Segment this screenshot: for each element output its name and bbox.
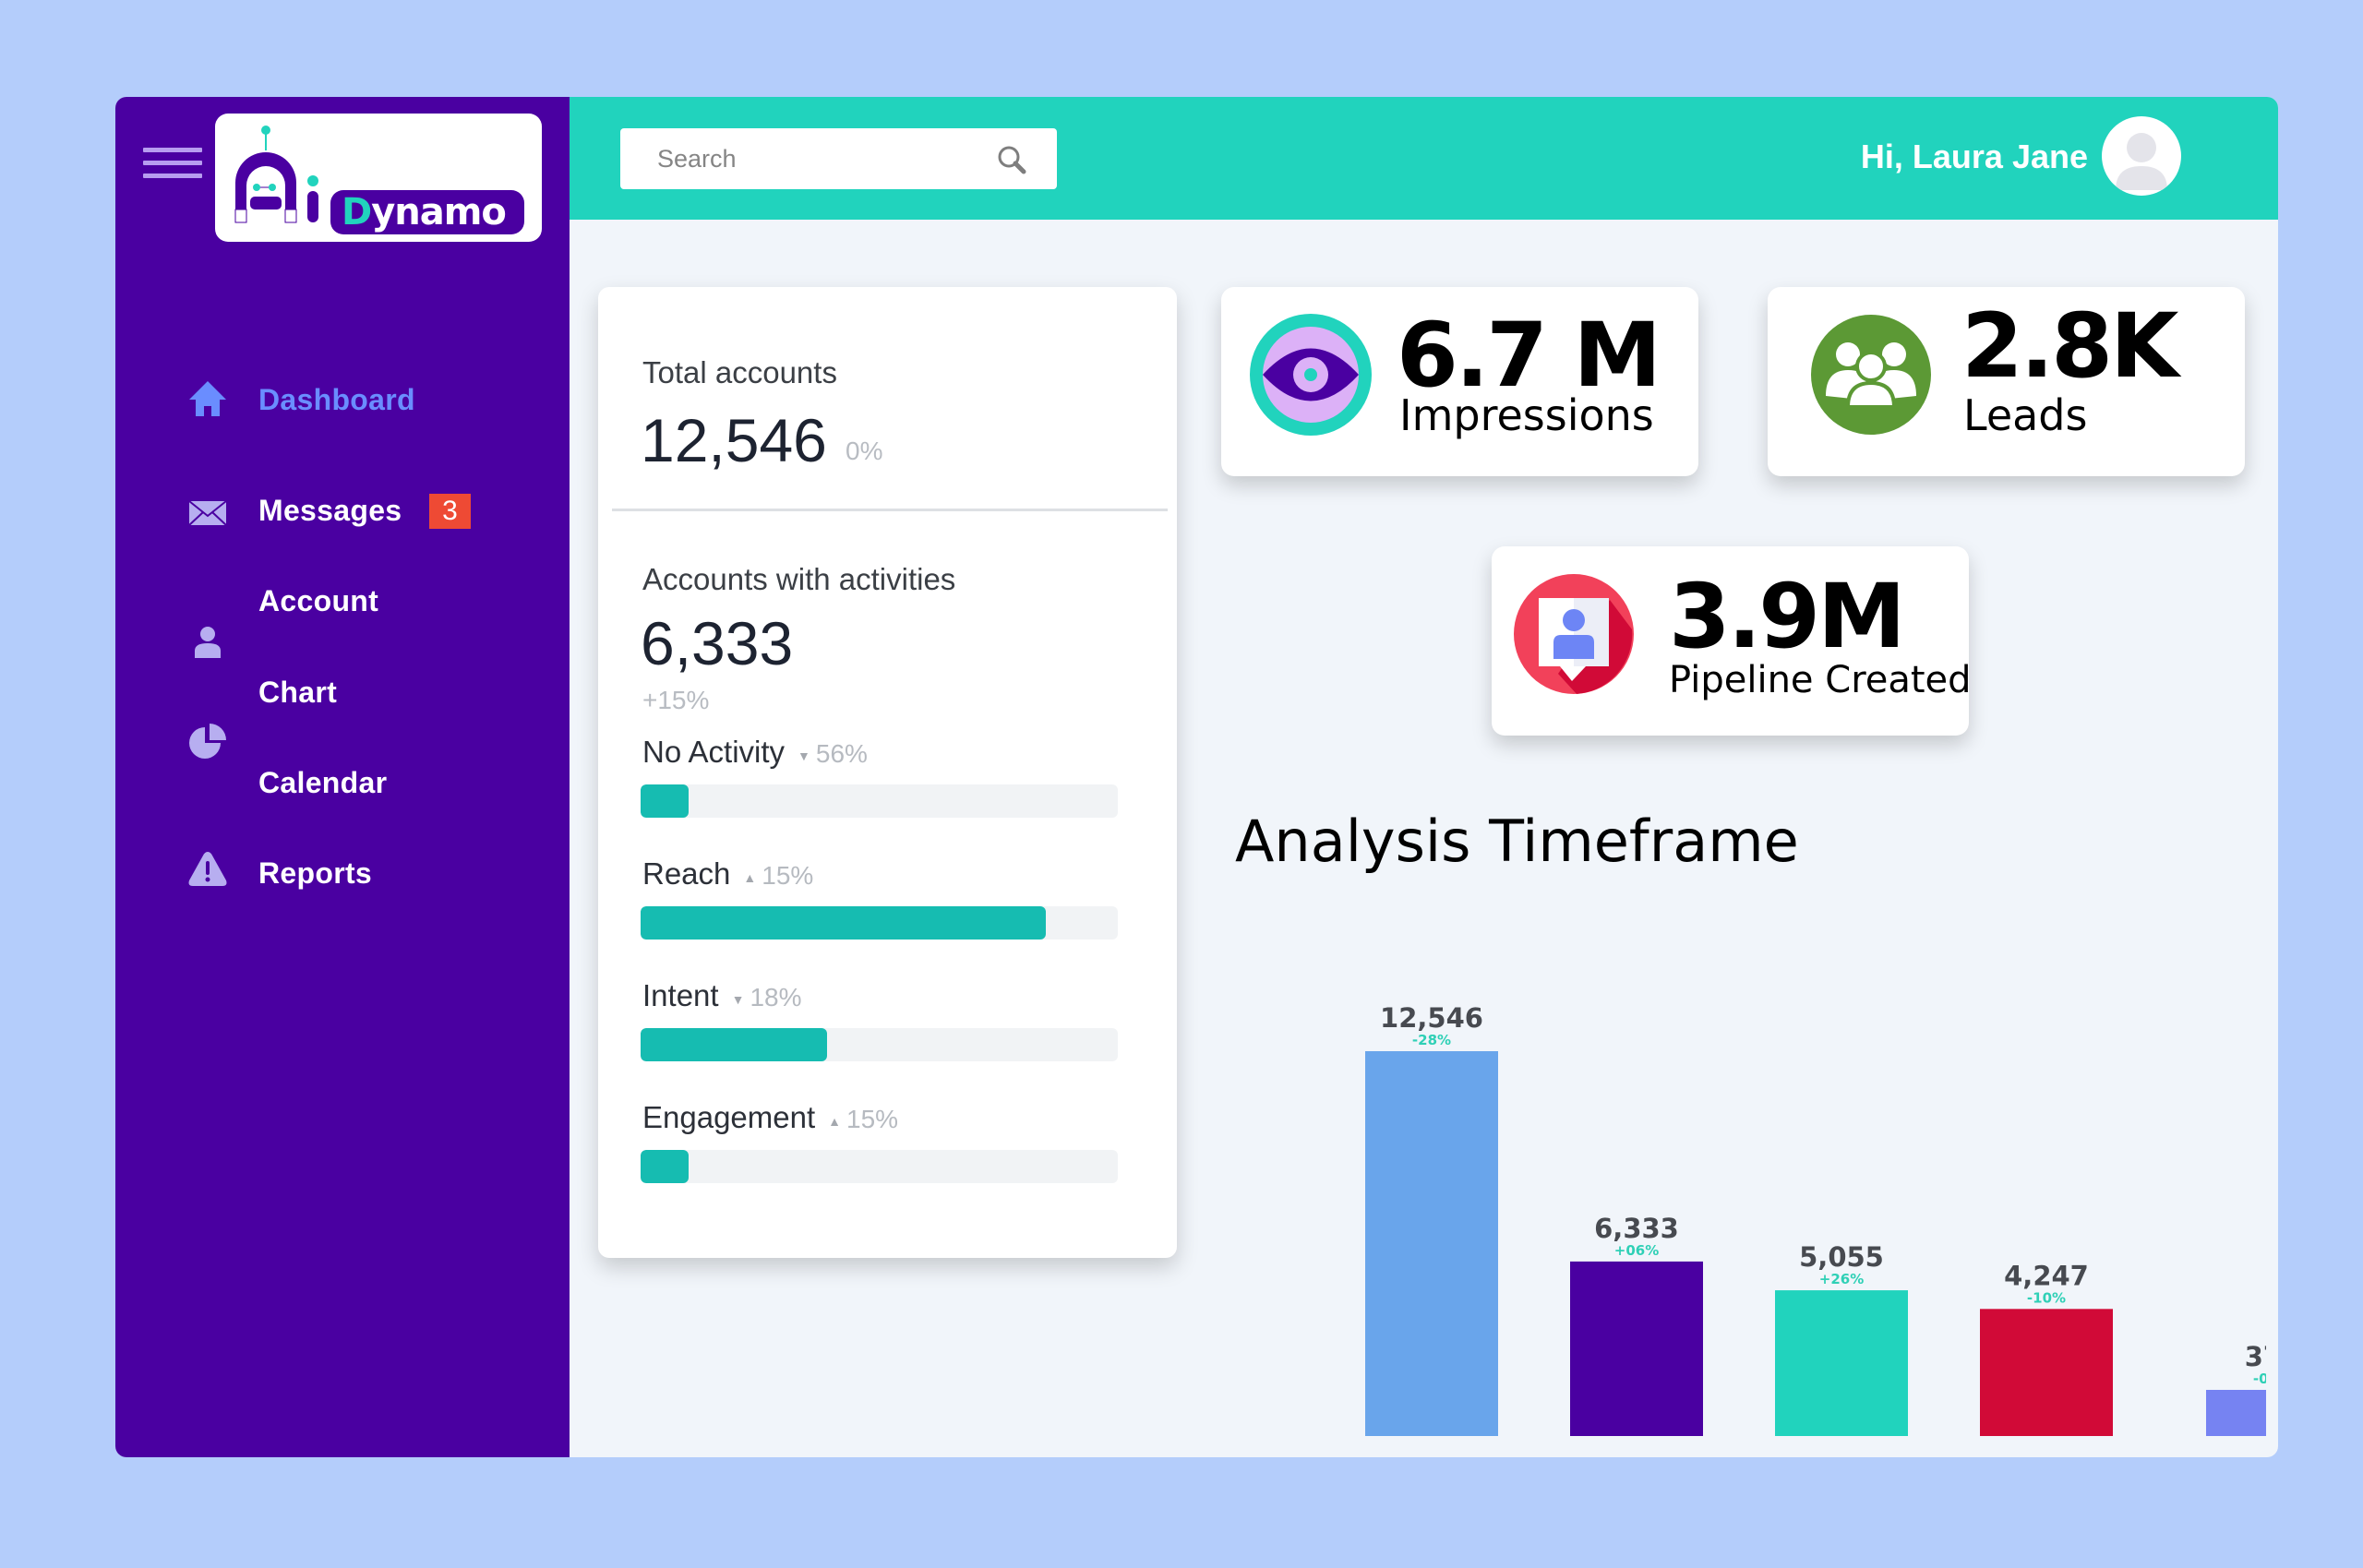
sidebar-item-label: Account <box>258 584 379 617</box>
bar-value-label: 12,546 <box>1380 1002 1483 1034</box>
bar-5 <box>2206 1390 2266 1436</box>
sidebar-item-label: Dashboard <box>258 383 415 416</box>
envelope-icon <box>188 500 227 526</box>
kpi-value: 2.8K <box>1961 294 2178 398</box>
activities-value: 6,333 <box>641 609 794 677</box>
metric-delta: ▼ 18% <box>731 983 802 1011</box>
bar-1 <box>1365 1051 1498 1436</box>
app-window: Dynamo Dashboard Messages 3 Account Char… <box>115 97 2278 1457</box>
menu-toggle-icon[interactable] <box>143 148 202 178</box>
bar-change-label: -10% <box>2027 1289 2066 1306</box>
bar-value-label: 378 <box>2245 1341 2266 1372</box>
sidebar-item-calendar[interactable]: Calendar <box>115 766 503 812</box>
bar-3 <box>1775 1290 1908 1436</box>
sidebar-item-label: Reports <box>258 856 373 890</box>
sidebar-item-label: Chart <box>258 676 338 709</box>
bar-change-label: +06% <box>1614 1242 1659 1259</box>
kpi-label: Pipeline Created <box>1669 659 1972 701</box>
metric-progress-fill <box>641 784 689 818</box>
activities-label: Accounts with activities <box>642 562 956 596</box>
metric-label: Intent ▼ 18% <box>642 978 801 1013</box>
bar-4 <box>1980 1309 2113 1436</box>
sidebar-item-label: Messages <box>258 494 402 527</box>
metric-progress-bar <box>641 906 1118 940</box>
bar-2 <box>1570 1261 1703 1436</box>
logo[interactable]: Dynamo <box>215 114 542 242</box>
user-greeting: Hi, Laura Jane <box>1860 138 2088 175</box>
messages-count-badge: 3 <box>429 494 471 529</box>
top-bar: Hi, Laura Jane <box>570 97 2278 220</box>
metric-name: No Activity <box>642 735 786 769</box>
kpi-card-pipeline: 3.9M Pipeline Created <box>1492 546 1972 736</box>
metric-progress-bar <box>641 784 1118 818</box>
bar-change-label: -09% <box>2253 1371 2266 1387</box>
bar-change-label: -28% <box>1412 1032 1451 1048</box>
brand-name: Dynamo <box>330 190 524 234</box>
total-accounts-label: Total accounts <box>642 355 837 389</box>
sidebar-item-dashboard[interactable]: Dashboard <box>115 381 503 429</box>
triangle-up-icon: ▲ <box>828 1113 841 1129</box>
chart-title: Analysis Timeframe <box>1235 808 1799 875</box>
metric-delta: ▲ 15% <box>828 1105 899 1133</box>
bar-value-label: 6,333 <box>1594 1213 1679 1244</box>
kpi-label: Leads <box>1963 390 2088 440</box>
search-icon[interactable] <box>996 144 1027 175</box>
activities-delta: +15% <box>642 686 710 714</box>
total-accounts-value: 12,546 <box>641 406 827 474</box>
metric-progress-bar <box>641 1150 1118 1183</box>
search-box <box>620 128 1057 189</box>
metric-progress-bar <box>641 1028 1118 1061</box>
sidebar-item-reports[interactable]: Reports <box>115 852 503 903</box>
card-divider <box>612 509 1168 511</box>
metric-delta: ▲ 15% <box>743 861 814 890</box>
metric-name: Intent <box>642 978 719 1012</box>
triangle-down-icon: ▼ <box>731 991 745 1007</box>
pipeline-user-icon <box>1514 574 1634 694</box>
metric-progress-fill <box>641 1028 827 1061</box>
user-avatar[interactable] <box>2102 116 2181 196</box>
sidebar: Dynamo Dashboard Messages 3 Account Char… <box>115 97 570 1457</box>
user-icon <box>195 627 221 658</box>
search-input[interactable] <box>620 128 1057 189</box>
metric-progress-fill <box>641 906 1047 940</box>
triangle-down-icon: ▼ <box>798 748 810 763</box>
bar-value-label: 4,247 <box>2004 1260 2089 1291</box>
metric-name: Reach <box>642 856 731 891</box>
group-icon <box>1811 315 1931 435</box>
sidebar-item-chart[interactable]: Chart <box>115 676 503 759</box>
bar-change-label: +26% <box>1819 1271 1864 1287</box>
kpi-card-leads: 2.8K Leads <box>1768 287 2245 476</box>
triangle-up-icon: ▲ <box>743 869 757 885</box>
kpi-label: Impressions <box>1399 390 1654 440</box>
eye-icon <box>1250 314 1372 436</box>
avatar-placeholder-icon <box>2116 133 2167 190</box>
accounts-card: Total accounts 12,546 0% Accounts with a… <box>598 287 1177 1258</box>
sidebar-item-label: Calendar <box>258 766 388 799</box>
metric-progress-fill <box>641 1150 689 1183</box>
metric-label: Reach ▲ 15% <box>642 856 813 892</box>
bar-value-label: 5,055 <box>1799 1241 1884 1273</box>
metric-label: No Activity ▼ 56% <box>642 735 868 770</box>
metric-label: Engagement ▲ 15% <box>642 1100 898 1135</box>
kpi-value: 3.9M <box>1669 565 1906 668</box>
pie-chart-icon <box>189 724 226 759</box>
analysis-bar-chart: 12,546-28%No Engagement6,333+06%Intent5,… <box>1365 1002 2266 1436</box>
metric-delta: ▼ 56% <box>798 739 868 768</box>
metric-name: Engagement <box>642 1100 816 1134</box>
kpi-card-impressions: 6.7 M Impressions <box>1221 287 1698 476</box>
sidebar-item-account[interactable]: Account <box>115 584 503 658</box>
home-icon <box>189 381 226 416</box>
total-accounts-delta: 0% <box>846 437 883 465</box>
warning-icon <box>188 852 227 886</box>
sidebar-item-messages[interactable]: Messages 3 <box>115 494 503 540</box>
